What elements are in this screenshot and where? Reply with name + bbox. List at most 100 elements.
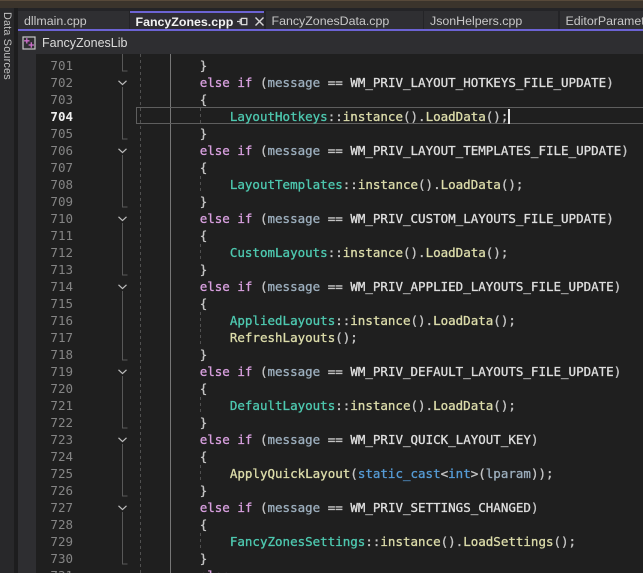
- code-text: }: [200, 346, 208, 363]
- code-line-715[interactable]: 715{: [18, 295, 643, 312]
- code-line-708[interactable]: 708LayoutTemplates::instance().LoadData(…: [18, 176, 643, 193]
- code-line-705[interactable]: 705}: [18, 125, 643, 142]
- fold-chevron-icon[interactable]: [116, 363, 129, 380]
- tab-label: FancyZonesData.cpp: [272, 14, 390, 28]
- token-fn: instance: [350, 313, 410, 328]
- token-punct: (: [260, 143, 268, 158]
- fold-chevron-icon[interactable]: [116, 499, 129, 516]
- dock-tab-data-sources[interactable]: Data Sources: [0, 12, 14, 102]
- line-number: 702: [36, 74, 73, 91]
- token-ctrl: else: [200, 279, 230, 294]
- line-number: 712: [36, 244, 73, 261]
- code-line-729[interactable]: 729FancyZonesSettings::instance().LoadSe…: [18, 533, 643, 550]
- line-number: 726: [36, 482, 73, 499]
- token-ctrl: if: [237, 432, 252, 447]
- token-punct: ==: [328, 75, 343, 90]
- document-tab-dllmain-cpp[interactable]: dllmain.cpp: [18, 11, 129, 32]
- code-line-716[interactable]: 716AppliedLayouts::instance().LoadData()…: [18, 312, 643, 329]
- code-line-721[interactable]: 721DefaultLayouts::instance().LoadData()…: [18, 397, 643, 414]
- code-line-725[interactable]: 725ApplyQuickLayout(static_cast<int>(lpa…: [18, 465, 643, 482]
- line-number: 724: [36, 448, 73, 465]
- fold-chevron-icon[interactable]: [116, 431, 129, 448]
- line-number: 729: [36, 533, 73, 550]
- code-line-711[interactable]: 711{: [18, 227, 643, 244]
- code-line-710[interactable]: 710else if (message == WM_PRIV_CUSTOM_LA…: [18, 210, 643, 227]
- token-punct: }: [200, 126, 208, 141]
- code-line-714[interactable]: 714else if (message == WM_PRIV_APPLIED_L…: [18, 278, 643, 295]
- document-tab-FancyZonesData-cpp[interactable]: FancyZonesData.cpp: [266, 11, 423, 32]
- token-punct: {: [200, 228, 208, 243]
- token-plain: [320, 75, 328, 90]
- fold-chevron-icon[interactable]: [116, 74, 129, 91]
- token-punct: ();: [486, 109, 509, 124]
- token-punct: ): [614, 279, 622, 294]
- line-number: 731: [36, 567, 73, 573]
- document-tab-EditorParameters-cpp[interactable]: EditorParameters.cpp: [560, 11, 643, 32]
- token-punct: (: [260, 432, 268, 447]
- token-ctrl: if: [237, 75, 252, 90]
- code-line-728[interactable]: 728{: [18, 516, 643, 533]
- pin-icon[interactable]: [236, 14, 249, 30]
- code-line-706[interactable]: 706else if (message == WM_PRIV_LAYOUT_TE…: [18, 142, 643, 159]
- code-text: {: [200, 448, 208, 465]
- code-line-727[interactable]: 727else if (message == WM_PRIV_SETTINGS_…: [18, 499, 643, 516]
- code-text: AppliedLayouts::instance().LoadData();: [230, 312, 516, 329]
- token-macro: WM_PRIV_LAYOUT_HOTKEYS_FILE_UPDATE: [350, 75, 606, 90]
- code-line-722[interactable]: 722}: [18, 414, 643, 431]
- token-fn: RefreshLayouts: [230, 330, 335, 345]
- token-ctrl: else: [200, 568, 230, 573]
- code-text: LayoutHotkeys::instance().LoadData();: [230, 108, 509, 125]
- code-line-701[interactable]: 701}: [18, 57, 643, 74]
- close-icon[interactable]: [253, 14, 264, 30]
- code-line-724[interactable]: 724 {: [18, 448, 643, 465]
- code-lines: 701}702else if (message == WM_PRIV_LAYOU…: [18, 54, 643, 573]
- code-line-702[interactable]: 702else if (message == WM_PRIV_LAYOUT_HO…: [18, 74, 643, 91]
- token-punct: (: [260, 364, 268, 379]
- code-line-723[interactable]: 723else if (message == WM_PRIV_QUICK_LAY…: [18, 431, 643, 448]
- code-line-719[interactable]: 719else if (message == WM_PRIV_DEFAULT_L…: [18, 363, 643, 380]
- indent-guide-dashed-level3: [200, 108, 201, 125]
- token-punct: ==: [328, 432, 343, 447]
- document-tab-JsonHelpers-cpp[interactable]: JsonHelpers.cpp: [424, 11, 558, 32]
- token-punct: ().: [403, 245, 426, 260]
- token-kw: int: [448, 466, 471, 481]
- line-number: 703: [36, 91, 73, 108]
- code-line-713[interactable]: 713}: [18, 261, 643, 278]
- token-fn: LoadData: [441, 177, 501, 192]
- token-plain: [252, 75, 260, 90]
- line-number: 710: [36, 210, 73, 227]
- code-line-717[interactable]: 717RefreshLayouts();: [18, 329, 643, 346]
- indent-guide-dashed-level3: [200, 397, 201, 414]
- fold-chevron-icon[interactable]: [116, 278, 129, 295]
- code-line-703[interactable]: 703{: [18, 91, 643, 108]
- code-line-709[interactable]: 709}: [18, 193, 643, 210]
- code-line-704[interactable]: 704LayoutHotkeys::instance().LoadData();: [18, 108, 643, 125]
- document-tab-FancyZones-cpp[interactable]: FancyZones.cpp: [130, 11, 265, 32]
- code-line-718[interactable]: 718}: [18, 346, 643, 363]
- token-punct: }: [200, 58, 208, 73]
- fold-chevron-icon[interactable]: [116, 210, 129, 227]
- code-line-707[interactable]: 707{: [18, 159, 643, 176]
- code-editor[interactable]: 701}702else if (message == WM_PRIV_LAYOU…: [18, 54, 643, 573]
- indent-guide-dashed-level3: [200, 176, 201, 193]
- token-punct: ();: [493, 398, 516, 413]
- token-plain: [252, 364, 260, 379]
- code-text: }: [200, 57, 208, 74]
- token-punct: }: [200, 194, 208, 209]
- code-line-731[interactable]: 731 else: [18, 567, 643, 573]
- code-line-712[interactable]: 712CustomLayouts::instance().LoadData();: [18, 244, 643, 261]
- token-punct: ): [606, 211, 614, 226]
- fold-chevron-icon[interactable]: [116, 142, 129, 159]
- code-text: }: [200, 125, 208, 142]
- token-punct: (: [350, 466, 358, 481]
- code-line-726[interactable]: 726}: [18, 482, 643, 499]
- navigation-bar[interactable]: FancyZonesLib: [18, 31, 643, 54]
- token-type: CustomLayouts: [230, 245, 328, 260]
- line-number: 707: [36, 159, 73, 176]
- token-punct: ==: [328, 279, 343, 294]
- cpp-project-icon: [22, 36, 36, 50]
- code-line-730[interactable]: 730}: [18, 550, 643, 567]
- code-line-720[interactable]: 720{: [18, 380, 643, 397]
- token-punct: ();: [501, 177, 524, 192]
- token-param: message: [268, 279, 321, 294]
